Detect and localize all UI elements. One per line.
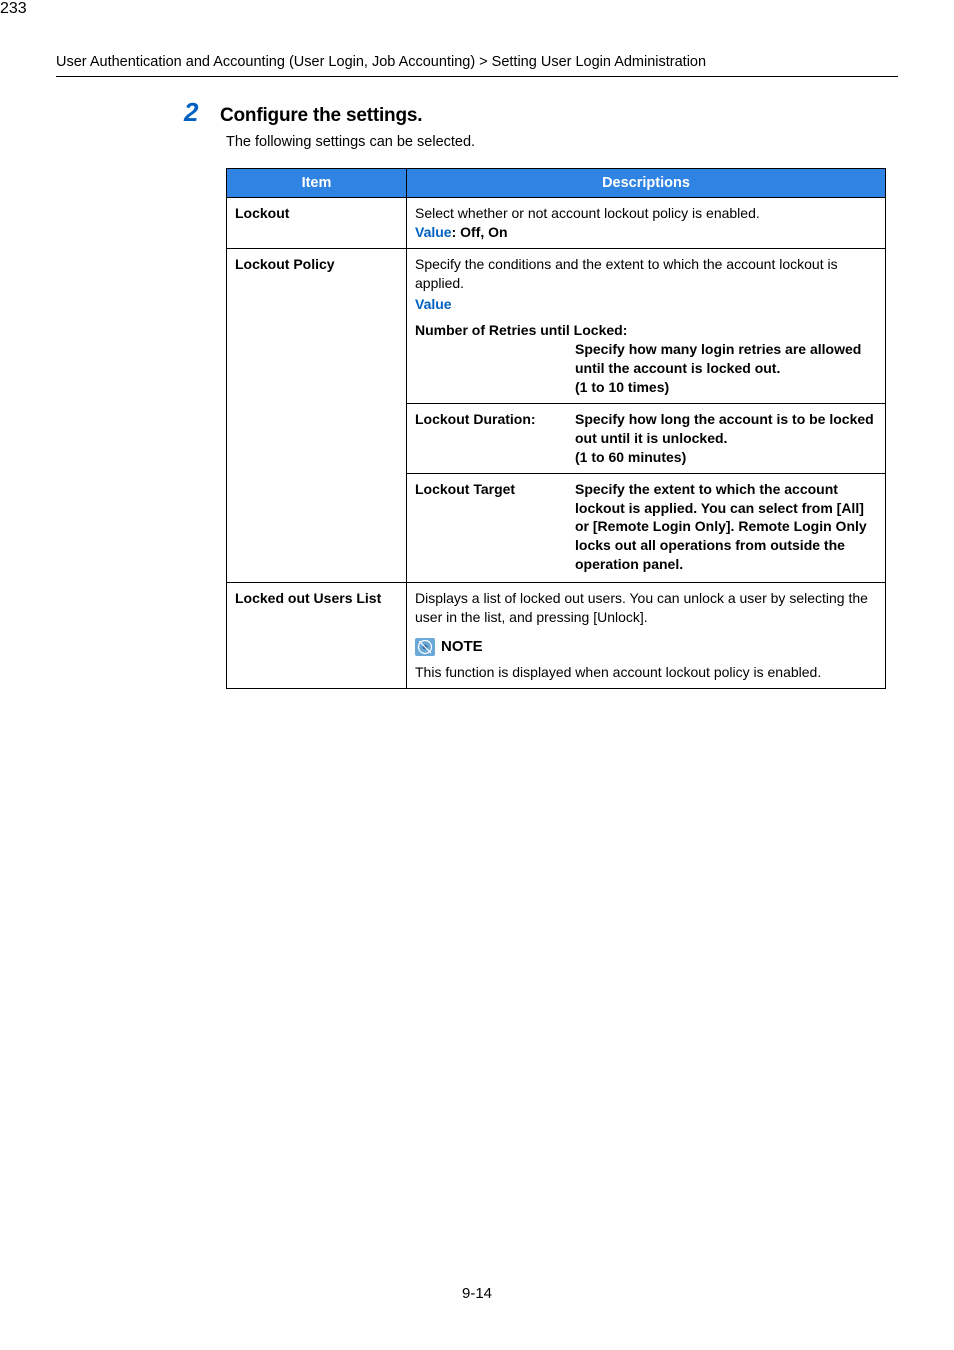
page-number: 9-14 bbox=[0, 1285, 954, 1302]
table-row: Lockout Policy Specify the conditions an… bbox=[227, 248, 886, 582]
lockout-value-label: Value bbox=[415, 224, 452, 240]
desc-lockout: Select whether or not account lockout po… bbox=[407, 198, 886, 249]
note-label: NOTE bbox=[441, 637, 483, 657]
item-lockout: Lockout bbox=[227, 198, 407, 249]
duration-label: Lockout Duration: bbox=[415, 410, 575, 467]
desc-locked-users: Displays a list of locked out users. You… bbox=[407, 583, 886, 689]
col-header-desc: Descriptions bbox=[407, 169, 886, 198]
step-number: 2 bbox=[184, 97, 220, 128]
policy-value-label: Value bbox=[415, 295, 877, 314]
users-text: Displays a list of locked out users. You… bbox=[415, 589, 877, 627]
breadcrumb: User Authentication and Accounting (User… bbox=[56, 54, 898, 76]
step-intro: The following settings can be selected. bbox=[226, 134, 898, 150]
target-desc: Specify the extent to which the account … bbox=[575, 480, 877, 574]
note-text: This function is displayed when account … bbox=[415, 663, 877, 682]
table-row: Lockout Select whether or not account lo… bbox=[227, 198, 886, 249]
policy-text: Specify the conditions and the extent to… bbox=[415, 255, 877, 293]
header-divider bbox=[56, 76, 898, 77]
item-lockout-policy: Lockout Policy bbox=[227, 248, 407, 582]
retries-label: Number of Retries until Locked: bbox=[415, 321, 877, 340]
note-icon bbox=[415, 638, 435, 656]
col-header-item: Item bbox=[227, 169, 407, 198]
settings-table: Item Descriptions Lockout Select whether… bbox=[226, 168, 886, 689]
table-row: Locked out Users List Displays a list of… bbox=[227, 583, 886, 689]
desc-lockout-policy: Specify the conditions and the extent to… bbox=[407, 248, 886, 582]
lockout-text: Select whether or not account lockout po… bbox=[415, 204, 877, 223]
item-locked-users: Locked out Users List bbox=[227, 583, 407, 689]
duration-desc: Specify how long the account is to be lo… bbox=[575, 410, 877, 467]
lockout-value-options: : Off, On bbox=[452, 224, 508, 240]
retries-desc: Specify how many login retries are allow… bbox=[575, 340, 877, 397]
target-label: Lockout Target bbox=[415, 480, 575, 574]
step-title: Configure the settings. bbox=[220, 105, 422, 127]
